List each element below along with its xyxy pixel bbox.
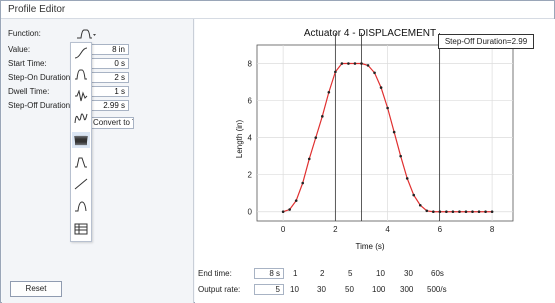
data-point	[399, 154, 402, 158]
sine-burst-icon[interactable]	[72, 88, 90, 104]
chart-title: Actuator 4 - DISPLACEMENT	[304, 28, 436, 39]
y-tick-label: 6	[248, 97, 253, 106]
data-point	[477, 210, 481, 214]
step-off-tooltip: Step-Off Duration=2.99	[438, 34, 534, 49]
function-selector[interactable]	[75, 27, 97, 41]
step-on-duration-field[interactable]: 2 s	[89, 72, 129, 83]
data-point	[438, 210, 442, 214]
x-tick-label: 8	[490, 225, 495, 234]
output-rate-option[interactable]: 500/s	[427, 285, 447, 294]
output-rate-option[interactable]: 300	[400, 285, 413, 294]
table-icon[interactable]	[72, 221, 90, 237]
start-time-field[interactable]: 0 s	[89, 58, 129, 69]
data-point	[301, 181, 305, 185]
y-tick-label: 8	[248, 60, 253, 69]
data-point	[294, 199, 298, 202]
pulse-icon[interactable]	[72, 66, 90, 82]
y-tick-label: 4	[248, 134, 253, 143]
data-point	[314, 136, 318, 139]
output-rate-option[interactable]: 10	[290, 285, 299, 294]
pulse-icon	[77, 29, 96, 39]
data-point	[307, 157, 311, 161]
dwell-time-label: Dwell Time:	[8, 87, 50, 96]
data-point	[347, 62, 350, 65]
data-point	[445, 210, 448, 214]
output-rate-field[interactable]: 5	[254, 284, 284, 295]
data-point	[327, 90, 331, 94]
dwell-time-field[interactable]: 1 s	[89, 86, 129, 97]
step-off-duration-field[interactable]: 2.99 s	[89, 100, 129, 111]
y-axis-label: Length (in)	[235, 120, 244, 159]
reset-button[interactable]: Reset	[10, 281, 62, 297]
end-time-label: End time:	[198, 269, 232, 278]
data-point	[451, 210, 455, 214]
data-point	[392, 130, 396, 134]
data-point	[386, 106, 389, 110]
data-point	[425, 209, 429, 213]
output-rate-label: Output rate:	[198, 285, 241, 294]
data-point	[471, 210, 474, 214]
step-on-duration-label: Step-On Duration:	[8, 73, 73, 82]
function-label: Function:	[8, 29, 41, 38]
data-point	[340, 62, 344, 65]
data-point	[321, 115, 324, 118]
chart-panel: Actuator 4 - DISPLACEMENT Time (s) Lengt…	[195, 19, 555, 303]
data-point	[288, 208, 291, 211]
x-tick-label: 2	[333, 225, 338, 234]
data-point	[484, 210, 487, 214]
value-label: Value:	[8, 45, 31, 54]
left-panel: Function: Value: 8 in Start Time: 0 s St…	[2, 19, 194, 303]
data-point	[366, 64, 370, 67]
end-time-option[interactable]: 60s	[431, 269, 444, 278]
zigzag-icon[interactable]	[72, 110, 90, 126]
end-time-option[interactable]: 30	[404, 269, 413, 278]
end-time-option[interactable]: 5	[348, 269, 352, 278]
window-title: Profile Editor	[8, 4, 66, 15]
x-tick-label: 6	[438, 225, 443, 234]
convert-to-table-button[interactable]: Convert to Table	[90, 117, 134, 129]
plot-area	[256, 44, 514, 222]
start-time-label: Start Time:	[8, 59, 47, 68]
ramp-icon[interactable]	[72, 176, 90, 192]
wave-ramp-icon[interactable]	[72, 132, 90, 148]
title-bar: Profile Editor	[1, 1, 554, 19]
function-menu	[70, 42, 92, 242]
data-point	[353, 62, 357, 65]
output-rate-option[interactable]: 30	[317, 285, 326, 294]
end-time-option[interactable]: 2	[320, 269, 324, 278]
output-rate-option[interactable]: 100	[372, 285, 385, 294]
output-rate-option[interactable]: 50	[345, 285, 354, 294]
data-point	[464, 210, 468, 214]
x-tick-label: 0	[281, 225, 286, 234]
s-curve-icon[interactable]	[72, 45, 90, 61]
value-field[interactable]: 8 in	[89, 44, 129, 55]
end-time-option[interactable]: 1	[293, 269, 297, 278]
step-icon[interactable]	[72, 198, 90, 214]
data-point	[432, 210, 435, 214]
trapezoid-icon[interactable]	[72, 154, 90, 170]
end-time-option[interactable]: 10	[376, 269, 385, 278]
x-tick-label: 4	[385, 225, 390, 234]
profile-editor-window: Profile Editor Function: Value: 8 in Sta…	[0, 0, 555, 303]
data-point	[360, 62, 363, 65]
displacement-chart: Actuator 4 - DISPLACEMENT Time (s) Lengt…	[235, 28, 514, 251]
data-point	[412, 193, 416, 197]
y-tick-label: 2	[248, 171, 253, 180]
data-point	[281, 210, 285, 214]
x-axis-label: Time (s)	[355, 242, 384, 251]
data-point	[490, 210, 494, 214]
step-off-duration-label: Step-Off Duration:	[8, 101, 73, 110]
data-point	[334, 70, 337, 74]
data-point	[405, 177, 409, 180]
end-time-field[interactable]: 8 s	[254, 268, 284, 279]
data-point	[379, 86, 383, 89]
data-point	[373, 71, 376, 75]
y-tick-label: 0	[248, 208, 253, 217]
data-point	[418, 203, 422, 207]
data-point	[458, 210, 461, 214]
